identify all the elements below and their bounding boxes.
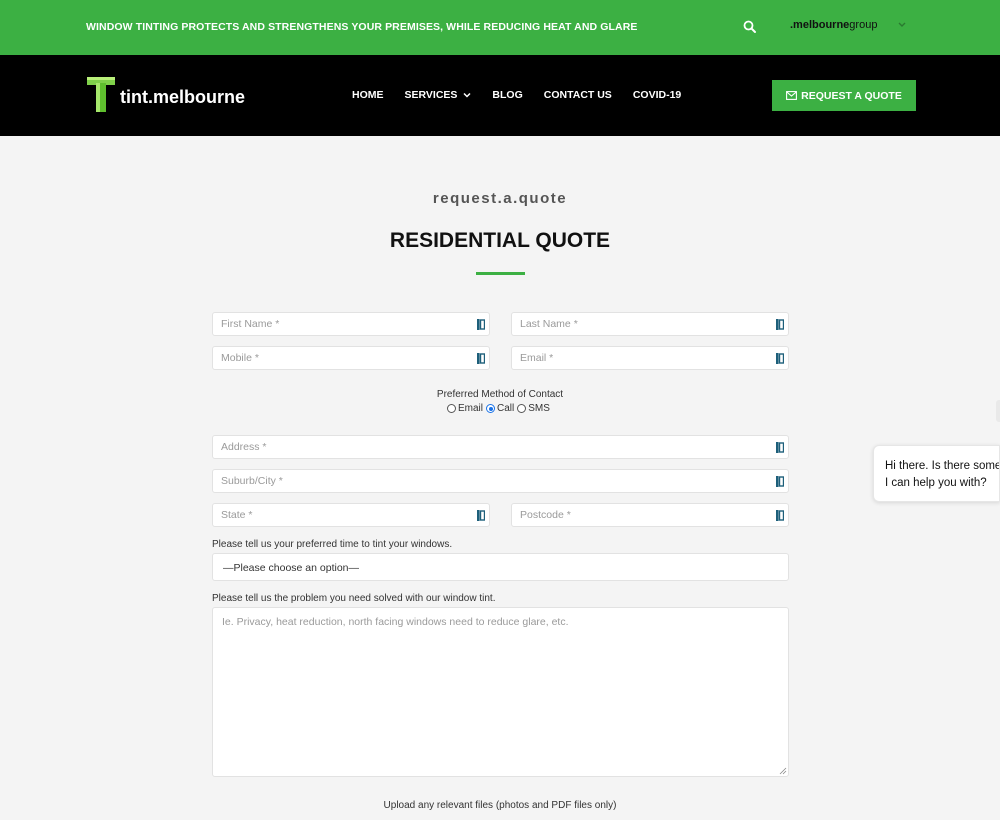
address-input[interactable] [213, 436, 788, 458]
last-name-input[interactable] [512, 313, 788, 335]
chevron-down-icon [463, 92, 471, 98]
autofill-key-icon[interactable] [776, 476, 784, 487]
logo-t-icon [87, 77, 115, 112]
last-name-field[interactable] [511, 312, 789, 336]
request-quote-button[interactable]: REQUEST A QUOTE [772, 80, 916, 111]
radio-sms[interactable] [517, 404, 527, 413]
autofill-key-icon[interactable] [776, 510, 784, 521]
autofill-key-icon[interactable] [776, 442, 784, 453]
first-name-input[interactable] [213, 313, 489, 335]
problem-textarea[interactable] [213, 608, 788, 776]
group-brand-light: group [849, 19, 878, 31]
address-field[interactable] [212, 435, 789, 459]
chat-line-2: I can help you with? [885, 477, 987, 489]
suburb-input[interactable] [213, 470, 788, 492]
contact-method-radio-group: Email Call SMS [447, 403, 553, 414]
contact-method-label: Preferred Method of Contact [436, 389, 564, 400]
mobile-field[interactable] [212, 346, 490, 370]
preferred-time-select[interactable]: —Please choose an option— [212, 553, 789, 581]
email-field[interactable] [511, 346, 789, 370]
autofill-key-icon[interactable] [776, 319, 784, 330]
nav-services-label: SERVICES [404, 89, 458, 101]
top-bar: WINDOW TINTING PROTECTS AND STRENGTHENS … [0, 0, 1000, 55]
nav-covid-19-label: COVID-19 [632, 89, 682, 101]
search-icon[interactable] [743, 20, 757, 34]
site-logo[interactable]: tint.melbourne [86, 75, 245, 113]
preferred-time-label: Please tell us your preferred time to ti… [212, 539, 453, 550]
suburb-field[interactable] [212, 469, 789, 493]
nav-blog-label: BLOG [492, 89, 523, 101]
radio-email[interactable] [447, 404, 456, 413]
upload-label: Upload any relevant files (photos and PD… [383, 800, 617, 811]
contact-option-call[interactable]: Call [486, 403, 514, 414]
logo-text: tint.melbourne [120, 86, 245, 107]
mobile-input[interactable] [213, 347, 489, 369]
postcode-field[interactable] [511, 503, 789, 527]
radio-email-label: Email [458, 403, 484, 414]
group-site-selector[interactable]: .melbourne group [790, 19, 907, 31]
nav-home[interactable]: HOME [352, 89, 384, 101]
chat-greeting-bubble[interactable]: Hi there. Is there some I can help you w… [873, 445, 1000, 502]
group-brand-bold: .melbourne [790, 19, 850, 31]
main-header: tint.melbourne HOME SERVICES BLOG CONTAC… [0, 55, 1000, 136]
chevron-down-icon [898, 22, 906, 27]
autofill-key-icon[interactable] [776, 353, 784, 364]
problem-textarea-field[interactable] [212, 607, 789, 777]
envelope-icon [786, 91, 798, 100]
postcode-input[interactable] [512, 504, 788, 526]
nav-contact-us-label: CONTACT US [543, 89, 612, 101]
chat-line-1: Hi there. Is there some [885, 460, 1000, 472]
radio-sms-label: SMS [528, 403, 550, 414]
first-name-field[interactable] [212, 312, 490, 336]
autofill-key-icon[interactable] [477, 353, 485, 364]
page-subtitle: request.a.quote [432, 190, 568, 207]
nav-services[interactable]: SERVICES [405, 89, 472, 101]
radio-call-label: Call [497, 403, 515, 414]
main-nav: HOME SERVICES BLOG CONTACT US COVID-19 [352, 89, 702, 101]
autofill-key-icon[interactable] [477, 510, 485, 521]
page-title: RESIDENTIAL QUOTE [389, 229, 611, 252]
title-divider [476, 272, 525, 275]
autofill-key-icon[interactable] [477, 319, 485, 330]
email-input[interactable] [512, 347, 788, 369]
resize-grip-icon[interactable] [779, 767, 787, 775]
state-field[interactable] [212, 503, 490, 527]
contact-option-sms[interactable]: SMS [517, 403, 550, 414]
contact-option-email[interactable]: Email [447, 403, 483, 414]
chat-launcher-edge[interactable] [996, 400, 1000, 422]
tagline: WINDOW TINTING PROTECTS AND STRENGTHENS … [86, 21, 638, 33]
radio-call[interactable] [486, 404, 496, 413]
state-input[interactable] [213, 504, 489, 526]
nav-covid-19[interactable]: COVID-19 [633, 89, 681, 101]
nav-blog[interactable]: BLOG [492, 89, 522, 101]
nav-contact-us[interactable]: CONTACT US [544, 89, 612, 101]
request-quote-label: REQUEST A QUOTE [801, 89, 902, 102]
nav-home-label: HOME [352, 89, 384, 101]
problem-label: Please tell us the problem you need solv… [212, 593, 496, 604]
